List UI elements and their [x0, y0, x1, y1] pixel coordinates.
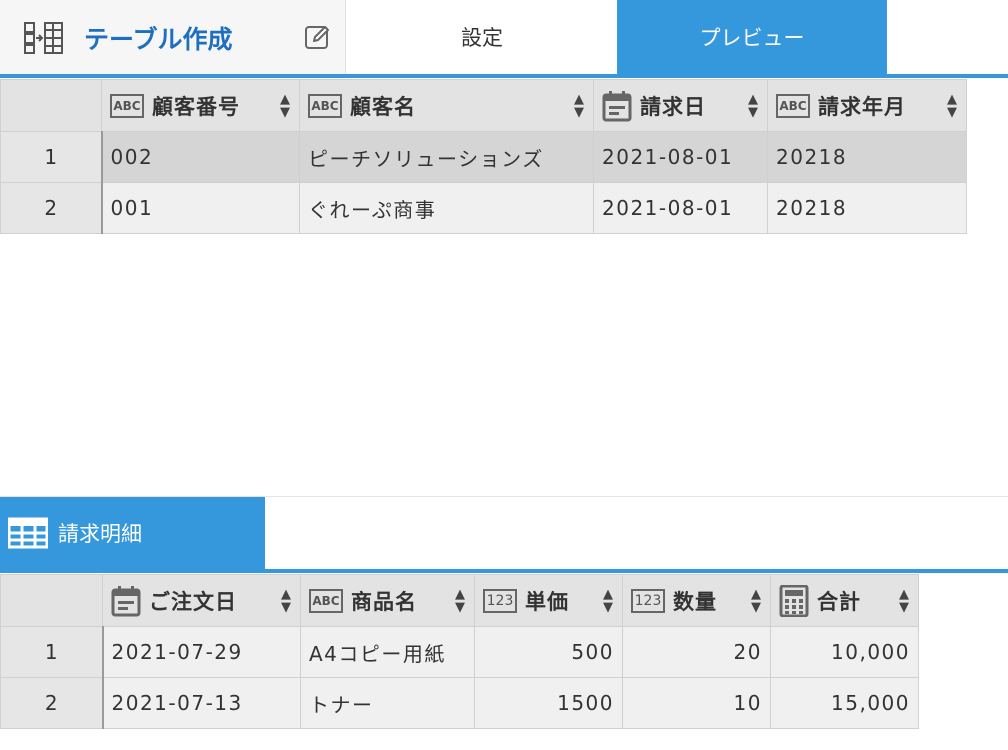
section-tab-billing-details[interactable]: 請求明細 — [0, 497, 265, 569]
sort-icon[interactable]: ▲ ▼ — [899, 588, 910, 614]
calendar-icon — [602, 90, 632, 121]
table-cell[interactable]: 15,000 — [770, 677, 919, 729]
abc-type-icon: ABC — [309, 588, 343, 613]
page-title: テーブル作成 — [84, 25, 233, 54]
abc-type-icon: ABC — [776, 93, 810, 118]
table-cell[interactable]: ぐれーぷ商事 — [299, 182, 594, 234]
column-header[interactable]: ABC 請求年月 ▲ ▼ — [767, 79, 967, 132]
row-number: 2 — [0, 677, 104, 729]
table-cell[interactable]: 2021-07-29 — [102, 626, 301, 678]
header-row: ご注文日 ▲ ▼ ABC 商品名 ▲ ▼ 123 単価 ▲ ▼ 123 数量 ▲ ▼ — [0, 574, 919, 627]
calendar-icon — [111, 585, 141, 616]
row-number: 1 — [0, 131, 103, 183]
column-header[interactable]: 請求日 ▲ ▼ — [593, 79, 768, 132]
sort-icon[interactable]: ▲ ▼ — [947, 93, 958, 119]
column-label: ご注文日 — [149, 589, 237, 614]
sort-icon[interactable]: ▲ ▼ — [574, 93, 585, 119]
column-label: 合計 — [817, 589, 861, 614]
column-label: 数量 — [673, 589, 717, 614]
column-label: 請求年月 — [818, 94, 906, 119]
column-header[interactable]: 123 数量 ▲ ▼ — [622, 574, 771, 627]
table-cell[interactable]: トナー — [300, 677, 475, 729]
column-label: 請求日 — [640, 94, 706, 119]
table-icon — [8, 517, 48, 549]
column-header[interactable]: ABC 商品名 ▲ ▼ — [300, 574, 475, 627]
table-cell[interactable]: 500 — [474, 626, 623, 678]
table-cell[interactable]: 20 — [622, 626, 771, 678]
title-area: テーブル作成 — [0, 0, 346, 74]
header-divider — [0, 74, 1008, 78]
sort-icon[interactable]: ▲ ▼ — [751, 588, 762, 614]
row-number: 1 — [0, 626, 104, 678]
section-divider — [0, 569, 1008, 573]
column-header[interactable]: 合計 ▲ ▼ — [770, 574, 919, 627]
column-header[interactable]: ABC 顧客番号 ▲ ▼ — [101, 79, 300, 132]
number-type-icon: 123 — [631, 588, 665, 613]
tab-settings[interactable]: 設定 — [347, 0, 617, 74]
table-cell[interactable]: 001 — [101, 182, 300, 234]
corner-cell — [0, 574, 103, 627]
corner-cell — [0, 79, 102, 132]
abc-type-icon: ABC — [308, 93, 342, 118]
table-cell[interactable]: 2021-08-01 — [593, 131, 768, 183]
tab-preview[interactable]: プレビュー — [617, 0, 887, 74]
row-number: 2 — [0, 182, 103, 234]
sort-icon[interactable]: ▲ ▼ — [603, 588, 614, 614]
table-cell[interactable]: 002 — [101, 131, 300, 183]
edit-title-button[interactable] — [304, 23, 332, 51]
sort-icon[interactable]: ▲ ▼ — [455, 588, 466, 614]
column-header[interactable]: ご注文日 ▲ ▼ — [102, 574, 301, 627]
app-header: テーブル作成 設定 プレビュー — [0, 0, 1008, 78]
table-cell[interactable]: 2021-07-13 — [102, 677, 301, 729]
abc-type-icon: ABC — [110, 93, 144, 118]
table-cell[interactable]: 2021-08-01 — [593, 182, 768, 234]
table-builder-icon — [24, 22, 63, 54]
section-title: 請求明細 — [58, 522, 142, 546]
header-row: ABC 顧客番号 ▲ ▼ ABC 顧客名 ▲ ▼ 請求日 ▲ ▼ ABC 請求年月 — [0, 79, 967, 132]
table-cell[interactable]: 10,000 — [770, 626, 919, 678]
column-label: 顧客名 — [350, 94, 416, 119]
column-label: 単価 — [525, 589, 569, 614]
column-label: 顧客番号 — [152, 94, 240, 119]
table-cell[interactable]: 20218 — [767, 131, 967, 183]
table-cell[interactable]: 1500 — [474, 677, 623, 729]
detail-table: ご注文日 ▲ ▼ ABC 商品名 ▲ ▼ 123 単価 ▲ ▼ 123 数量 ▲ ▼ — [0, 574, 919, 729]
number-type-icon: 123 — [483, 588, 517, 613]
column-header[interactable]: 123 単価 ▲ ▼ — [474, 574, 623, 627]
column-header[interactable]: ABC 顧客名 ▲ ▼ — [299, 79, 594, 132]
tab-preview-label: プレビュー — [699, 26, 805, 50]
table-row[interactable]: 1 2021-07-29 A4コピー用紙 500 20 10,000 — [0, 626, 919, 678]
table-cell[interactable]: 20218 — [767, 182, 967, 234]
sort-icon[interactable]: ▲ ▼ — [748, 93, 759, 119]
table-cell[interactable]: 10 — [622, 677, 771, 729]
column-label: 商品名 — [351, 589, 417, 614]
tab-settings-label: 設定 — [461, 26, 503, 50]
calculator-icon — [779, 584, 809, 617]
sort-icon[interactable]: ▲ ▼ — [281, 588, 292, 614]
table-cell[interactable]: ピーチソリューションズ — [299, 131, 594, 183]
table-row[interactable]: 2 2021-07-13 トナー 1500 10 15,000 — [0, 677, 919, 729]
main-table: ABC 顧客番号 ▲ ▼ ABC 顧客名 ▲ ▼ 請求日 ▲ ▼ ABC 請求年月 — [0, 79, 967, 234]
table-row[interactable]: 1 002 ピーチソリューションズ 2021-08-01 20218 — [0, 131, 967, 183]
sort-icon[interactable]: ▲ ▼ — [280, 93, 291, 119]
table-cell[interactable]: A4コピー用紙 — [300, 626, 475, 678]
table-row[interactable]: 2 001 ぐれーぷ商事 2021-08-01 20218 — [0, 182, 967, 234]
